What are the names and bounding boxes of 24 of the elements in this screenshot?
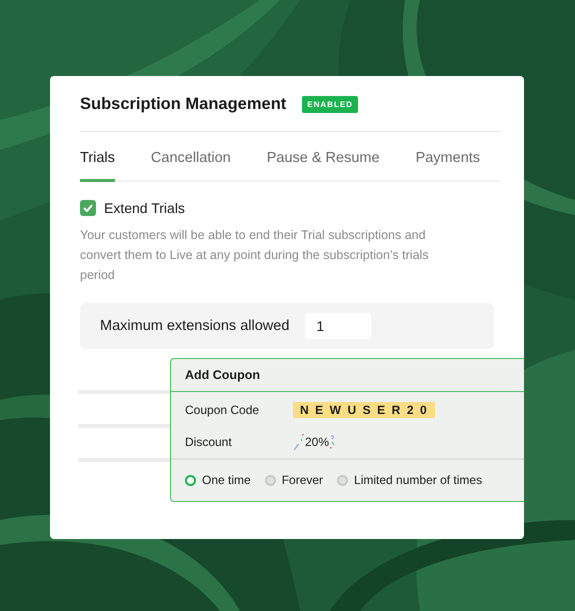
discount-value: 20% — [305, 435, 330, 449]
field-label: Coupon Code — [185, 403, 260, 417]
input-field[interactable]: 1 — [305, 313, 372, 339]
checkbox-label: Extend Trials — [104, 200, 185, 216]
radio-label: One time — [202, 473, 251, 487]
panel-title: Add Coupon — [185, 368, 260, 382]
field-label: Maximum extensions allowed — [100, 318, 290, 334]
radio-button[interactable] — [185, 474, 196, 486]
description: Your customers will be able to end their Trial subscriptions and convert them to Live at any point during the subscription’s trials period — [80, 227, 430, 284]
status-badge: ENABLED — [302, 96, 358, 112]
confetti-icon — [293, 433, 305, 451]
coupon-code: NEWUSER20 — [293, 402, 436, 418]
field-label: Discount — [185, 435, 233, 449]
tab[interactable]: Cancellation — [150, 132, 231, 182]
radio-button[interactable] — [264, 474, 276, 486]
tab[interactable]: Trials — [80, 132, 115, 182]
page-title: Subscription Management — [80, 94, 286, 114]
radio-label: Limited number of times — [354, 473, 482, 487]
tab[interactable]: Payments — [416, 132, 480, 182]
tab[interactable]: Pause & Resume — [266, 132, 380, 182]
checkbox[interactable] — [80, 200, 96, 216]
radio-button[interactable] — [337, 474, 348, 486]
check-icon — [83, 204, 93, 212]
radio-label: Forever — [282, 473, 324, 487]
